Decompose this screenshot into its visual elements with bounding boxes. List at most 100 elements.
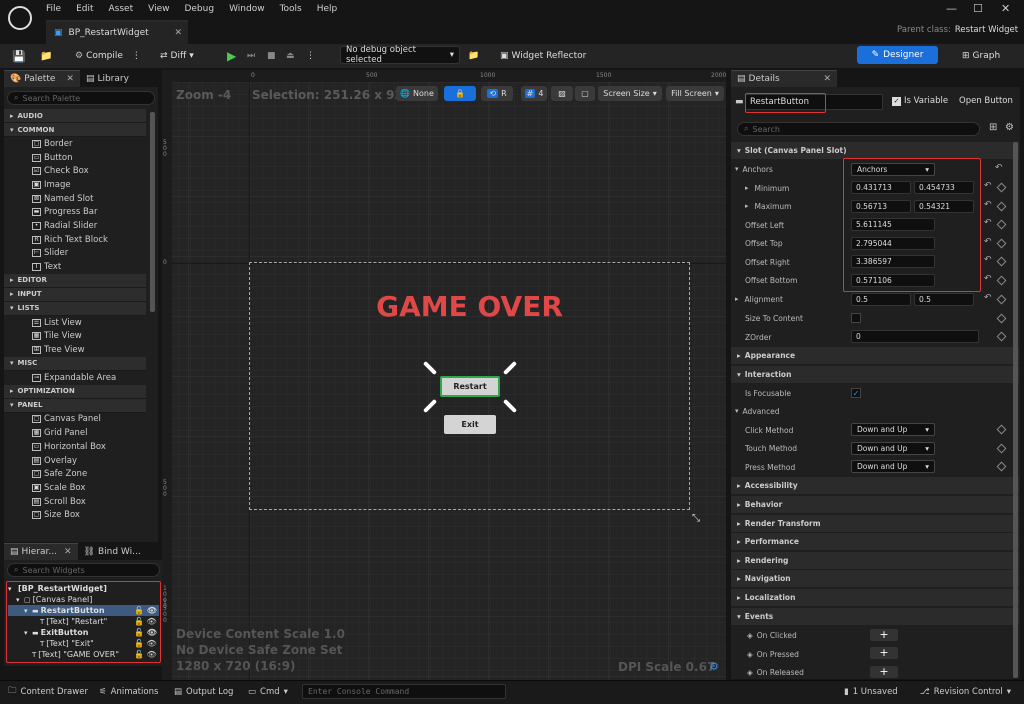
palette-category-lists[interactable]: ▾ LISTS (4, 301, 146, 316)
menu-view[interactable]: View (148, 4, 169, 18)
details-scrollbar[interactable] (1013, 142, 1018, 678)
close-window-icon[interactable]: ✕ (1001, 2, 1010, 15)
debug-object-select[interactable]: No debug object selected ▾ (340, 45, 460, 65)
tab-library[interactable]: ▤ Library (80, 70, 135, 87)
menu-edit[interactable]: Edit (76, 4, 93, 18)
palette-category-input[interactable]: ▸ INPUT (4, 287, 146, 302)
palette-item-tree-view[interactable]: ⊞ Tree View (4, 343, 146, 357)
palette-search-input[interactable]: ⌕ Search Palette (7, 91, 155, 105)
events-section-header[interactable]: ▾ Events (731, 608, 1019, 625)
reset-offset-right-icon[interactable]: ↶ (984, 255, 992, 265)
localization-preview-button[interactable]: 🌐 None (396, 86, 438, 101)
reset-offset-bottom-icon[interactable]: ↶ (984, 274, 992, 284)
animations-button[interactable]: ⚟ Animations (99, 684, 158, 700)
palette-item-rich-text-block[interactable]: R Rich Text Block (4, 233, 146, 247)
minimize-icon[interactable]: — (946, 2, 957, 15)
palette-item-check-box[interactable]: ☑ Check Box (4, 164, 146, 178)
palette-item-scale-box[interactable]: ▣ Scale Box (4, 481, 146, 495)
navigation-section-header[interactable]: ▸ Navigation (731, 570, 1019, 587)
behavior-section-header[interactable]: ▸ Behavior (731, 496, 1019, 513)
content-drawer-button[interactable]: 🗀 Content Drawer (8, 684, 88, 700)
is-focusable-checkbox[interactable]: ✓ (851, 388, 861, 398)
rotate-snap-button[interactable]: ⟲ R (481, 86, 513, 101)
menu-tools[interactable]: Tools (280, 4, 302, 18)
designer-viewport[interactable]: 0 500 1000 1500 2000 500 0 500 1000 1500 Zoom -4… (162, 70, 726, 680)
menu-window[interactable]: Window (229, 4, 265, 18)
palette-item-progress-bar[interactable]: ▬ Progress Bar (4, 205, 146, 219)
menu-debug[interactable]: Debug (184, 4, 214, 18)
menu-asset[interactable]: Asset (109, 4, 134, 18)
palette-item-text[interactable]: T Text (4, 260, 146, 274)
more-options-icon[interactable]: ⋮ (132, 51, 141, 61)
click-method-dropdown[interactable]: Down and Up ▾ (851, 423, 935, 436)
palette-item-slider[interactable]: ⊢ Slider (4, 247, 146, 261)
document-tab[interactable]: ▣ BP_RestartWidget ✕ (46, 20, 188, 44)
palette-category-editor[interactable]: ▸ EDITOR (4, 273, 146, 288)
reset-maximum-icon[interactable]: ↶ (984, 200, 992, 210)
palette-category-optimization[interactable]: ▸ OPTIMIZATION (4, 384, 146, 399)
render-transform-section-header[interactable]: ▸ Render Transform (731, 515, 1019, 532)
cmd-dropdown[interactable]: ▭ Cmd ▾ (248, 684, 288, 700)
fill-screen-dropdown[interactable]: Fill Screen ▾ (666, 86, 724, 101)
palette-item-border[interactable]: ▢ Border (4, 137, 146, 151)
alignment-y-input[interactable]: 0.5 (914, 293, 974, 306)
reset-alignment-icon[interactable]: ↶ (984, 293, 992, 303)
add-on-pressed-button[interactable]: + (870, 647, 898, 659)
palette-item-button[interactable]: ▭ Button (4, 151, 146, 165)
maximize-icon[interactable]: ☐ (973, 2, 983, 15)
rendering-section-header[interactable]: ▸ Rendering (731, 552, 1019, 569)
palette-item-scroll-box[interactable]: ▤ Scroll Box (4, 495, 146, 509)
palette-item-radial-slider[interactable]: • Radial Slider (4, 219, 146, 233)
palette-item-image[interactable]: ▣ Image (4, 178, 146, 192)
unsaved-indicator[interactable]: ▮ 1 Unsaved (844, 684, 898, 700)
palette-item-grid-panel[interactable]: ▦ Grid Panel (4, 426, 146, 440)
is-variable-checkbox[interactable]: ✓ Is Variable (892, 96, 948, 106)
console-command-input[interactable]: Enter Console Command (302, 684, 506, 699)
designer-button[interactable]: ✎ Designer (857, 46, 938, 64)
close-icon[interactable]: ✕ (64, 547, 72, 557)
settings-icon[interactable]: ⚙ (1005, 122, 1014, 133)
close-icon[interactable]: ✕ (66, 74, 74, 84)
exit-button-preview[interactable]: Exit (444, 415, 496, 434)
palette-item-named-slot[interactable]: ⊠ Named Slot (4, 192, 146, 206)
details-search-input[interactable]: ⌕ Search (737, 122, 980, 136)
eject-button[interactable]: ⏏ (286, 48, 295, 64)
touch-method-dropdown[interactable]: Down and Up ▾ (851, 442, 935, 455)
parent-class-value[interactable]: Restart Widget (955, 25, 1018, 35)
palette-item-expandable-area[interactable]: ⊸ Expandable Area (4, 371, 146, 385)
play-options-icon[interactable]: ⋮ (306, 48, 315, 64)
palette-item-horizontal-box[interactable]: ▭ Horizontal Box (4, 440, 146, 454)
tab-details[interactable]: ▤ Details ✕ (731, 70, 837, 87)
tab-bind-widgets[interactable]: ⛓ Bind Wi... (78, 543, 147, 560)
hierarchy-search-input[interactable]: ⌕ Search Widgets (7, 563, 160, 577)
stop-button[interactable]: ■ (267, 48, 276, 64)
palette-category-audio[interactable]: ▸ AUDIO (4, 109, 146, 123)
palette-category-common[interactable]: ▾ COMMON (4, 123, 146, 137)
restart-button-preview[interactable]: Restart (440, 376, 500, 397)
reset-offset-left-icon[interactable]: ↶ (984, 218, 992, 228)
palette-item-canvas-panel[interactable]: ▢ Canvas Panel (4, 413, 146, 427)
palette-item-tile-view[interactable]: ▦ Tile View (4, 330, 146, 344)
debug-browse-icon[interactable]: 📁 (468, 48, 479, 64)
output-log-button[interactable]: ▤ Output Log (174, 684, 233, 700)
grid-snap-button[interactable]: # 4 (521, 86, 547, 101)
reset-offset-top-icon[interactable]: ↶ (984, 237, 992, 247)
palette-category-misc[interactable]: ▾ MISC (4, 356, 146, 371)
palette-item-list-view[interactable]: ☰ List View (4, 316, 146, 330)
screen-size-dropdown[interactable]: Screen Size ▾ (598, 86, 662, 101)
palette-item-safe-zone[interactable]: ▢ Safe Zone (4, 467, 146, 481)
step-button[interactable]: ⏭ (247, 48, 255, 64)
close-tab-icon[interactable]: ✕ (174, 28, 182, 38)
image-preview-icon[interactable]: ▨ (551, 86, 573, 101)
reset-anchors-icon[interactable]: ↶ (995, 163, 1003, 173)
tab-palette[interactable]: 🎨 Palette ✕ (4, 70, 80, 87)
zorder-input[interactable]: 0 (851, 330, 979, 343)
widget-reflector-button[interactable]: ▣ Widget Reflector (500, 48, 586, 64)
performance-section-header[interactable]: ▸ Performance (731, 533, 1019, 550)
localization-section-header[interactable]: ▸ Localization (731, 589, 1019, 606)
slot-section-header[interactable]: ▾ Slot (Canvas Panel Slot) (731, 142, 1019, 159)
game-over-text[interactable]: GAME OVER (249, 290, 690, 323)
tab-hierarchy[interactable]: ▤ Hierar... ✕ (4, 543, 78, 560)
menu-file[interactable]: File (46, 4, 61, 18)
palette-item-overlay[interactable]: ▤ Overlay (4, 454, 146, 468)
